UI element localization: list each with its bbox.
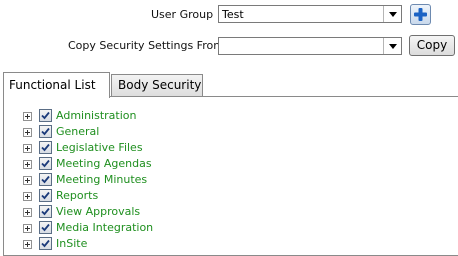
tree-item-label: Legislative Files bbox=[56, 141, 143, 154]
checkmark-icon bbox=[41, 143, 50, 152]
tree-item-label: View Approvals bbox=[56, 205, 141, 218]
checkmark-icon bbox=[41, 127, 50, 136]
tab-functional-list[interactable]: Functional List bbox=[3, 72, 110, 98]
tree-item-checkbox[interactable] bbox=[39, 157, 52, 170]
copy-button[interactable]: Copy bbox=[409, 35, 455, 56]
checkmark-icon bbox=[41, 207, 50, 216]
tree-item-label: General bbox=[56, 125, 100, 138]
expand-icon[interactable] bbox=[23, 112, 32, 121]
functional-list-panel: Administration General Legislative Files Me… bbox=[3, 96, 458, 256]
tree-item-checkbox[interactable] bbox=[39, 189, 52, 202]
expand-icon[interactable] bbox=[23, 208, 32, 217]
checkmark-icon bbox=[41, 223, 50, 232]
checkmark-icon bbox=[41, 239, 50, 248]
tree-item-label: Meeting Minutes bbox=[56, 173, 148, 186]
expand-icon[interactable] bbox=[23, 240, 32, 249]
checkmark-icon bbox=[41, 175, 50, 184]
tree-item-label: Meeting Agendas bbox=[56, 157, 152, 170]
checkmark-icon bbox=[41, 111, 50, 120]
user-group-value: Test bbox=[222, 8, 244, 21]
copy-security-select[interactable] bbox=[218, 37, 402, 55]
expand-icon[interactable] bbox=[23, 128, 32, 137]
checkmark-icon bbox=[41, 191, 50, 200]
tree-item-checkbox[interactable] bbox=[39, 141, 52, 154]
tree-item-label: Media Integration bbox=[56, 221, 154, 234]
expand-icon[interactable] bbox=[23, 160, 32, 169]
tree-item-checkbox[interactable] bbox=[39, 125, 52, 138]
plus-icon bbox=[414, 8, 427, 21]
expand-icon[interactable] bbox=[23, 192, 32, 201]
expand-icon[interactable] bbox=[23, 176, 32, 185]
tree-item-checkbox[interactable] bbox=[39, 173, 52, 186]
tree-item-label: Administration bbox=[56, 109, 137, 122]
tree-item-checkbox[interactable] bbox=[39, 109, 52, 122]
user-group-select[interactable]: Test bbox=[218, 5, 402, 23]
chevron-down-icon[interactable] bbox=[383, 6, 401, 22]
expand-icon[interactable] bbox=[23, 144, 32, 153]
user-group-label: User Group bbox=[151, 8, 214, 21]
tree-item-label: InSite bbox=[56, 237, 88, 250]
checkmark-icon bbox=[41, 159, 50, 168]
expand-icon[interactable] bbox=[23, 224, 32, 233]
tab-body-security[interactable]: Body Security bbox=[111, 74, 203, 96]
copy-security-label: Copy Security Settings From bbox=[68, 39, 224, 52]
tree-item-label: Reports bbox=[56, 189, 99, 202]
tree-item-checkbox[interactable] bbox=[39, 221, 52, 234]
add-user-group-button[interactable] bbox=[410, 4, 431, 25]
tree-item-checkbox[interactable] bbox=[39, 205, 52, 218]
tree-item-checkbox[interactable] bbox=[39, 237, 52, 250]
chevron-down-icon[interactable] bbox=[383, 38, 401, 54]
